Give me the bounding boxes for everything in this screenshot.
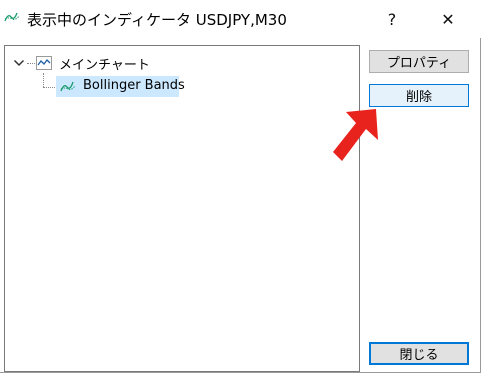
tree-item-main-chart[interactable]: メインチャート [59,54,150,73]
annotation-arrow-icon [333,109,378,161]
properties-button[interactable]: プロパティ [369,50,469,73]
tree-connector [27,63,35,64]
indicator-icon [60,81,76,92]
title-bar: 表示中のインディケータ USDJPY,M30 ? ✕ [0,0,481,38]
tree-item-bollinger-bands[interactable]: Bollinger Bands [56,76,185,97]
window-title: 表示中のインディケータ USDJPY,M30 [27,11,287,29]
indicator-icon [4,12,20,22]
close-window-button[interactable]: ✕ [425,4,471,34]
tree-connector [43,87,55,88]
help-button[interactable]: ? [369,4,415,34]
tree-item-label: Bollinger Bands [83,78,185,93]
close-button[interactable]: 閉じる [369,342,469,365]
indicators-dialog: 表示中のインディケータ USDJPY,M30 ? ✕ メインチャート Bolli… [0,0,481,373]
tree-connector [43,73,44,87]
chevron-down-icon[interactable] [13,58,25,68]
indicator-tree[interactable]: メインチャート Bollinger Bands [4,45,360,372]
line-chart-icon [36,56,52,70]
delete-button[interactable]: 削除 [369,84,469,107]
